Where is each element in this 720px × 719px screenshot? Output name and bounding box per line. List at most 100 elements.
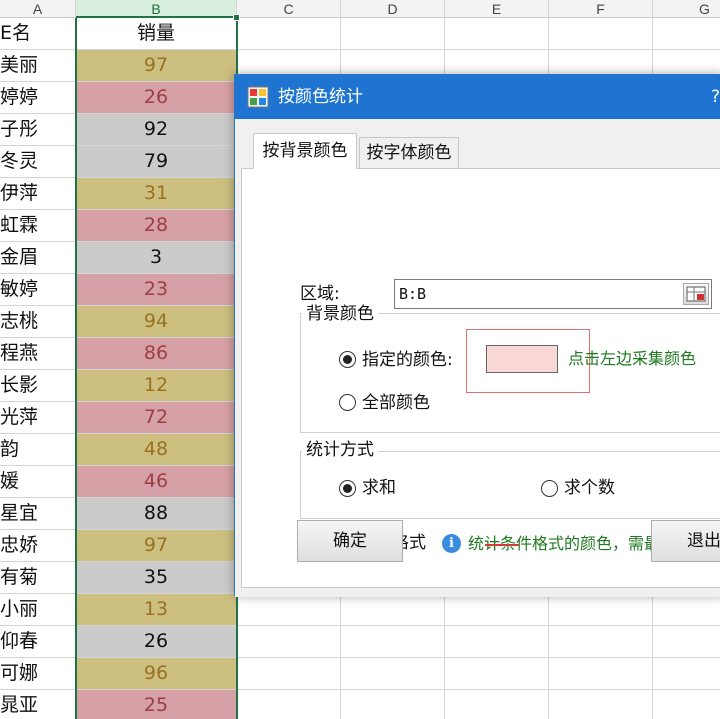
empty-cell[interactable]: [549, 626, 653, 658]
cell-sales-value[interactable]: 88: [76, 498, 237, 530]
range-picker-icon: [686, 286, 706, 302]
screenshot: A B C D E F G E名 销量 美丽 97 婷婷 26 子彤 92 冬灵 79 伊萍 31 虹霖…: [0, 0, 720, 719]
bg-color-group-label: 背景颜色: [302, 303, 378, 325]
column-header-b[interactable]: B: [76, 0, 237, 18]
exit-button[interactable]: 退出: [651, 520, 720, 562]
dialog-titlebar[interactable]: 按颜色统计 ?: [235, 75, 720, 119]
cell-name[interactable]: E名: [0, 18, 76, 50]
empty-cell[interactable]: [653, 658, 720, 690]
cell-sales-value[interactable]: 86: [76, 338, 237, 370]
cell-sales-value[interactable]: 26: [76, 82, 237, 114]
cell-sales-value[interactable]: 12: [76, 370, 237, 402]
radio-count[interactable]: [541, 480, 558, 497]
empty-cell[interactable]: [549, 690, 653, 719]
column-header-e[interactable]: E: [445, 0, 549, 18]
cell-name[interactable]: 婷婷: [0, 82, 76, 114]
radio-sum-label: 求和: [362, 478, 396, 498]
cell-sales-value[interactable]: 46: [76, 466, 237, 498]
cell-name[interactable]: 敏婷: [0, 274, 76, 306]
cell-name[interactable]: 志桃: [0, 306, 76, 338]
empty-cell[interactable]: [341, 626, 445, 658]
column-header-a[interactable]: A: [0, 0, 76, 18]
column-header-d[interactable]: D: [341, 0, 445, 18]
fill-handle[interactable]: [233, 14, 240, 21]
cell-sales-value[interactable]: 79: [76, 146, 237, 178]
empty-cell[interactable]: [549, 658, 653, 690]
cell-sales-value[interactable]: 97: [76, 50, 237, 82]
cell-sales-value[interactable]: 35: [76, 562, 237, 594]
cell-name[interactable]: 冬灵: [0, 146, 76, 178]
range-picker-button[interactable]: [683, 283, 709, 305]
tab-background-color[interactable]: 按背景颜色: [253, 133, 357, 169]
cell-sales-value[interactable]: 28: [76, 210, 237, 242]
column-header-g[interactable]: G: [653, 0, 720, 18]
column-header-f[interactable]: F: [549, 0, 653, 18]
radio-count-label: 求个数: [564, 478, 615, 498]
cell-name[interactable]: 韵: [0, 434, 76, 466]
cell-name[interactable]: 小丽: [0, 594, 76, 626]
empty-cell[interactable]: [445, 690, 549, 719]
empty-cell[interactable]: [445, 594, 549, 626]
cell-header-sales[interactable]: 销量: [76, 18, 237, 50]
cell-name[interactable]: 忠娇: [0, 530, 76, 562]
empty-cell[interactable]: [237, 626, 341, 658]
specified-color-swatch[interactable]: [486, 345, 558, 373]
cell-sales-value[interactable]: 26: [76, 626, 237, 658]
column-header-c[interactable]: C: [237, 0, 341, 18]
empty-cell[interactable]: [445, 626, 549, 658]
dialog-title: 按颜色统计: [278, 87, 363, 107]
cell-name[interactable]: 晁亚: [0, 690, 76, 719]
range-input[interactable]: B:B: [394, 279, 712, 309]
empty-cell[interactable]: [341, 18, 445, 50]
cell-sales-value[interactable]: 3: [76, 242, 237, 274]
cell-sales-value[interactable]: 48: [76, 434, 237, 466]
empty-cell[interactable]: [237, 690, 341, 719]
stat-method-group-label: 统计方式: [302, 439, 378, 461]
cell-name[interactable]: 子彤: [0, 114, 76, 146]
empty-cell[interactable]: [549, 594, 653, 626]
empty-cell[interactable]: [653, 690, 720, 719]
empty-cell[interactable]: [341, 594, 445, 626]
cell-sales-value[interactable]: 72: [76, 402, 237, 434]
cell-sales-value[interactable]: 97: [76, 530, 237, 562]
cell-sales-value[interactable]: 31: [76, 178, 237, 210]
cell-sales-value[interactable]: 92: [76, 114, 237, 146]
range-value: B:B: [399, 285, 427, 303]
cell-name[interactable]: 虹霖: [0, 210, 76, 242]
cell-name[interactable]: 可娜: [0, 658, 76, 690]
color-stats-dialog: 按颜色统计 ? 按背景颜色 按字体颜色 区域: B:B 背景颜色 指定的颜色: …: [234, 74, 720, 597]
empty-cell[interactable]: [653, 18, 720, 50]
cell-name[interactable]: 光萍: [0, 402, 76, 434]
empty-cell[interactable]: [445, 658, 549, 690]
cell-name[interactable]: 仰春: [0, 626, 76, 658]
cell-name[interactable]: 金眉: [0, 242, 76, 274]
empty-cell[interactable]: [237, 18, 341, 50]
tab-font-color[interactable]: 按字体颜色: [359, 137, 459, 169]
cell-name[interactable]: 有菊: [0, 562, 76, 594]
empty-cell[interactable]: [237, 658, 341, 690]
cell-sales-value[interactable]: 13: [76, 594, 237, 626]
empty-cell[interactable]: [341, 690, 445, 719]
cell-sales-value[interactable]: 94: [76, 306, 237, 338]
pick-color-hint: 点击左边采集颜色: [568, 349, 697, 368]
empty-cell[interactable]: [653, 594, 720, 626]
help-button[interactable]: ?: [711, 85, 720, 109]
empty-cell[interactable]: [549, 18, 653, 50]
radio-all-colors[interactable]: [339, 394, 356, 411]
cell-sales-value[interactable]: 25: [76, 690, 237, 719]
empty-cell[interactable]: [341, 658, 445, 690]
radio-specified-color[interactable]: [339, 351, 356, 368]
cell-name[interactable]: 媛: [0, 466, 76, 498]
empty-cell[interactable]: [237, 594, 341, 626]
cell-name[interactable]: 星宜: [0, 498, 76, 530]
radio-sum[interactable]: [339, 480, 356, 497]
cell-name[interactable]: 长影: [0, 370, 76, 402]
empty-cell[interactable]: [653, 626, 720, 658]
cell-sales-value[interactable]: 96: [76, 658, 237, 690]
cell-name[interactable]: 程燕: [0, 338, 76, 370]
cell-sales-value[interactable]: 23: [76, 274, 237, 306]
cell-name[interactable]: 伊萍: [0, 178, 76, 210]
cell-name[interactable]: 美丽: [0, 50, 76, 82]
ok-button[interactable]: 确定: [297, 520, 403, 562]
empty-cell[interactable]: [445, 18, 549, 50]
